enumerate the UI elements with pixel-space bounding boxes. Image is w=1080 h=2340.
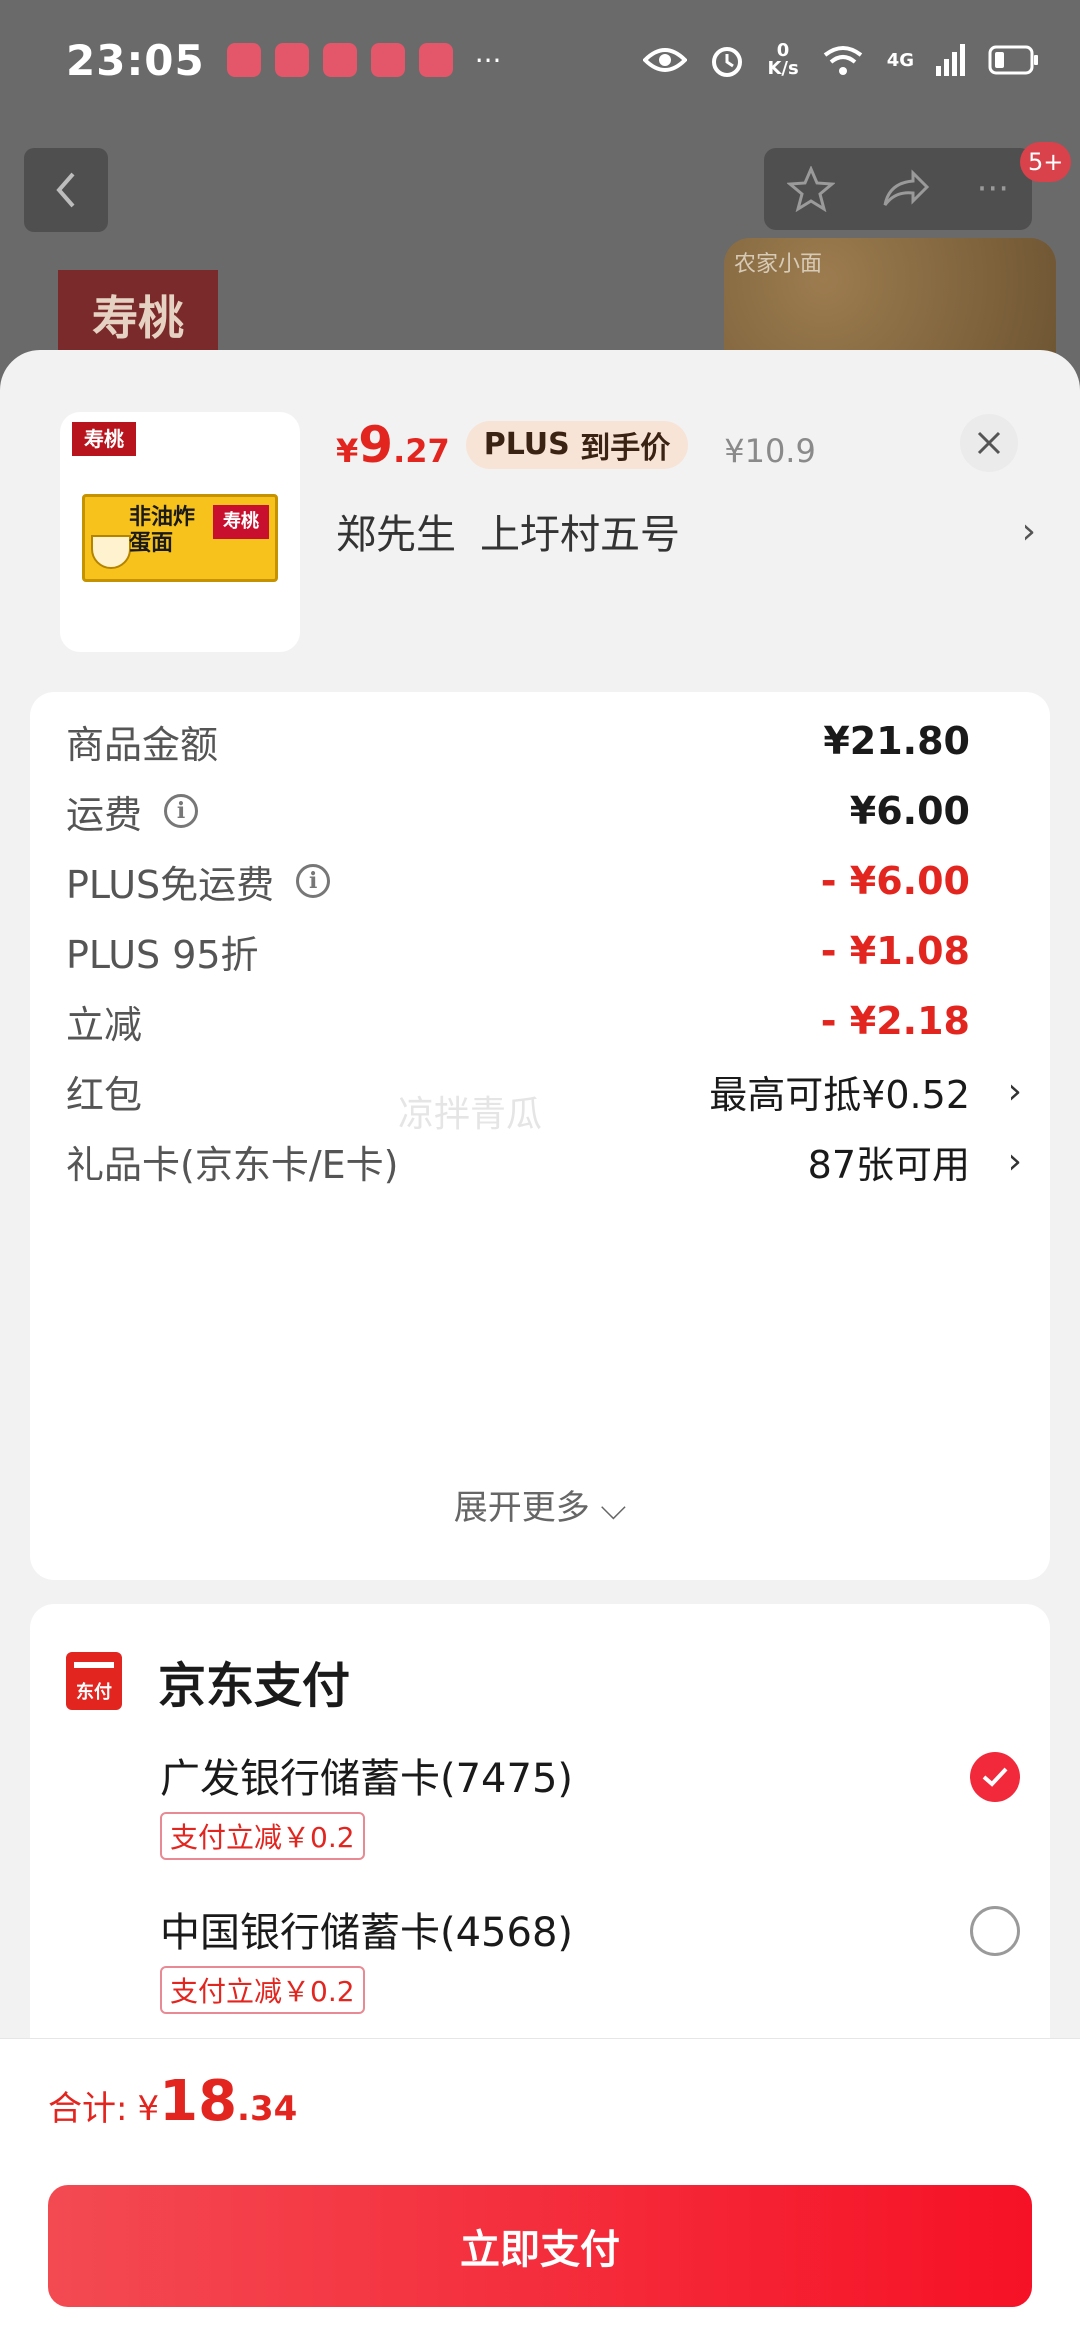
product-logo: 寿桃 [72, 422, 136, 456]
shipping-label-text: 运费 [66, 792, 143, 837]
gift-card-value: 87张可用 [807, 1142, 970, 1187]
total-label: 合计: [48, 2089, 128, 2129]
more-icon[interactable]: ··· [977, 169, 1009, 209]
goods-amount-label: 商品金额 [66, 722, 219, 767]
total-currency: ¥ [137, 2089, 160, 2129]
wifi-icon [823, 46, 862, 75]
signal-icon [936, 44, 965, 76]
system-icons: 0 K/s 4G [643, 42, 1040, 78]
gift-card-label: 礼品卡(京东卡/E卡) [66, 1142, 399, 1187]
plus-tag-text: 到手价 [580, 430, 671, 466]
message-badge: 5+ [1020, 142, 1072, 182]
plus-tag-label: PLUS [483, 427, 570, 462]
chevron-right-icon: › [1007, 1070, 1022, 1112]
eye-icon [643, 48, 688, 72]
price-decimal: .27 [393, 432, 450, 470]
address-selector[interactable]: 郑先生 上圩村五号 › [336, 502, 1036, 560]
plus-free-shipping-text: PLUS免运费 [66, 862, 275, 907]
radio-unselected-icon[interactable] [970, 1906, 1020, 1956]
summary-line-instant-discount: 立减 - ¥2.18 [66, 986, 970, 1056]
chevron-right-icon: › [1021, 510, 1036, 552]
bank-name: 广发银行储蓄卡(7475) [160, 1756, 574, 1802]
red-packet-label: 红包 [66, 1072, 143, 1117]
radio-selected-icon[interactable] [970, 1752, 1020, 1802]
battery-icon [988, 45, 1038, 75]
notification-icons: ··· [226, 43, 502, 77]
plus-discount-label: PLUS 95折 [66, 932, 259, 977]
plus-free-shipping-value: - ¥6.00 [820, 859, 970, 903]
page-toolbar: ··· [764, 148, 1032, 230]
total-decimal: .34 [237, 2089, 298, 2129]
info-icon[interactable]: i [164, 794, 199, 828]
goods-amount-value: ¥21.80 [823, 719, 970, 763]
more-notifications-icon: ··· [474, 43, 502, 77]
background-brand-logo: 寿桃 [58, 270, 218, 360]
address-name: 郑先生 [336, 512, 456, 558]
checkout-footer: 合计: ¥ 18 .34 立即支付 [0, 2038, 1080, 2340]
bowl-icon [91, 535, 131, 569]
shipping-value: ¥6.00 [849, 789, 970, 833]
price-currency: ¥ [336, 432, 359, 470]
total-integer: 18 [159, 2069, 238, 2134]
pay-now-button[interactable]: 立即支付 [48, 2185, 1032, 2307]
app-notification-icon [226, 43, 261, 77]
bank-option[interactable]: 中国银行储蓄卡(4568) 支付立减￥0.2 [160, 1900, 1020, 2014]
jd-pay-icon-text: 东付 [76, 1682, 112, 1703]
payment-header: 东付 京东支付 [66, 1646, 350, 1716]
app-notification-icon [274, 43, 309, 77]
order-total: 合计: ¥ 18 .34 [48, 2069, 297, 2134]
background-product-label: 农家小面 [734, 252, 823, 277]
instant-discount-value: - ¥2.18 [820, 999, 970, 1043]
payment-title: 京东支付 [158, 1658, 351, 1714]
net-speed-unit: K/s [767, 58, 799, 79]
product-box-brand: 寿桃 [213, 505, 269, 539]
status-time: 23:05 [66, 35, 205, 85]
bank-option[interactable]: 广发银行储蓄卡(7475) 支付立减￥0.2 [160, 1746, 1020, 1860]
original-price: ¥10.9 [724, 432, 816, 470]
expand-more-button[interactable]: 展开更多 ⌵ [30, 1480, 1050, 1529]
summary-line-goods: 商品金额 ¥21.80 [66, 706, 970, 776]
back-button[interactable] [24, 148, 108, 232]
app-notification-icon [322, 43, 357, 77]
bank-discount-tag: 支付立减￥0.2 [160, 1812, 365, 1860]
app-notification-icon [418, 43, 453, 77]
instant-discount-label: 立减 [66, 1002, 143, 1047]
summary-line-shipping: 运费 i ¥6.00 [66, 776, 970, 846]
status-bar: 23:05 ··· 0 K/s 4G [0, 0, 1080, 120]
summary-line-plus-free-shipping: PLUS免运费 i - ¥6.00 [66, 846, 970, 916]
bank-name: 中国银行储蓄卡(4568) [160, 1910, 574, 1956]
product-thumbnail: 寿桃 非油炸 蛋面 寿桃 [60, 412, 300, 652]
net-speed: 0 K/s [767, 42, 798, 78]
alarm-icon [712, 47, 743, 77]
shipping-label: 运费 i [66, 784, 199, 839]
app-notification-icon [370, 43, 405, 77]
star-icon[interactable] [786, 166, 835, 212]
network-type: 4G [886, 49, 914, 71]
close-button[interactable] [960, 414, 1018, 472]
price-integer: 9 [358, 416, 394, 474]
chevron-right-icon: › [1007, 1140, 1022, 1182]
summary-line-plus-discount: PLUS 95折 - ¥1.08 [66, 916, 970, 986]
product-box-image: 非油炸 蛋面 寿桃 [82, 494, 278, 582]
bank-discount-tag: 支付立减￥0.2 [160, 1966, 365, 2014]
plus-free-shipping-label: PLUS免运费 i [66, 854, 331, 909]
price-row: ¥ 9 .27 PLUS 到手价 ¥10.9 [336, 416, 816, 477]
chevron-left-icon [56, 172, 75, 208]
jd-pay-icon: 东付 [66, 1652, 122, 1710]
info-icon[interactable]: i [296, 864, 331, 898]
plus-discount-value: - ¥1.08 [820, 929, 970, 973]
share-icon[interactable] [881, 169, 931, 209]
plus-price-tag: PLUS 到手价 [465, 420, 689, 469]
close-icon [977, 431, 1001, 455]
watermark-text: 凉拌青瓜 [398, 1094, 543, 1135]
red-packet-value: 最高可抵¥0.52 [709, 1072, 970, 1117]
product-box-text: 非油炸 蛋面 [129, 505, 196, 556]
address-detail: 上圩村五号 [480, 512, 680, 558]
